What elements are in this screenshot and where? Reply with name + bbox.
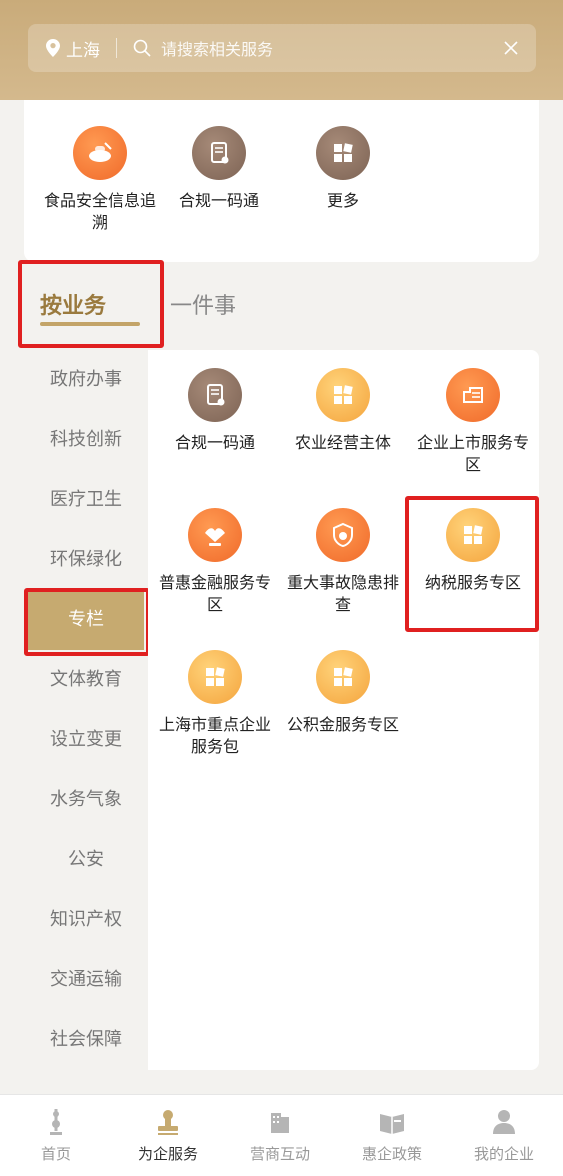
category-item[interactable]: 文体教育	[24, 650, 148, 710]
home-tower-icon	[50, 1109, 62, 1135]
category-item[interactable]: 政府办事	[24, 350, 148, 410]
shield-icon	[316, 508, 370, 562]
category-item[interactable]: 科技创新	[24, 410, 148, 470]
grid-icon	[316, 368, 370, 422]
divider	[116, 38, 117, 58]
highlight-box-tab	[18, 260, 164, 348]
listing-icon	[446, 368, 500, 422]
category-list: 政府办事 科技创新 医疗卫生 环保绿化 专栏 文体教育 设立变更 水务气象 公安…	[24, 350, 148, 1070]
service-item[interactable]: 合规一码通	[154, 368, 276, 454]
quick-service-food-safety[interactable]: 食品安全信息追溯	[39, 126, 161, 234]
category-item[interactable]: 公安	[24, 830, 148, 890]
search-bar[interactable]: 上海 请搜索相关服务	[28, 24, 536, 72]
stamp-icon	[158, 1110, 178, 1135]
close-icon[interactable]	[502, 39, 520, 57]
service-panel: 合规一码通 农业经营主体 企业上市服务专区 普惠金融服务专区 重大事故隐患排查 …	[148, 350, 539, 1070]
search-input[interactable]: 请搜索相关服务	[161, 36, 273, 60]
category-item[interactable]: 设立变更	[24, 710, 148, 770]
location-pin-icon	[46, 39, 60, 57]
header: 上海 请搜索相关服务	[0, 0, 563, 100]
search-icon	[133, 39, 151, 57]
document-icon	[192, 126, 246, 180]
grid-icon	[188, 650, 242, 704]
category-item[interactable]: 医疗卫生	[24, 470, 148, 530]
person-icon	[493, 1110, 515, 1134]
highlight-box-category	[24, 588, 150, 656]
category-item[interactable]: 水务气象	[24, 770, 148, 830]
quick-service-compliance[interactable]: 合规一码通	[158, 126, 280, 212]
nav-home[interactable]: 首页	[0, 1107, 112, 1164]
service-item[interactable]: 重大事故隐患排查	[282, 508, 404, 616]
nav-my-enterprise[interactable]: 我的企业	[448, 1107, 560, 1164]
grid-icon	[316, 650, 370, 704]
service-item[interactable]: 公积金服务专区	[282, 650, 404, 736]
highlight-box-tax-service	[405, 496, 539, 632]
category-item[interactable]: 知识产权	[24, 890, 148, 950]
quick-services-card: 食品安全信息追溯 合规一码通 更多	[24, 100, 539, 262]
category-item[interactable]: 环保绿化	[24, 530, 148, 590]
nav-enterprise-service[interactable]: 为企服务	[112, 1107, 224, 1164]
bottom-nav: 首页 为企服务 营商互动 惠企政策 我的企业	[0, 1094, 563, 1176]
book-icon	[380, 1114, 404, 1134]
service-item[interactable]: 上海市重点企业服务包	[154, 650, 276, 758]
building-icon	[271, 1113, 289, 1133]
service-item[interactable]: 普惠金融服务专区	[154, 508, 276, 616]
handshake-icon	[188, 508, 242, 562]
tab-one-thing[interactable]: 一件事	[170, 288, 236, 320]
document-icon	[188, 368, 242, 422]
service-item[interactable]: 农业经营主体	[282, 368, 404, 454]
category-item[interactable]: 社会保障	[24, 1010, 148, 1070]
nav-enterprise-policy[interactable]: 惠企政策	[336, 1107, 448, 1164]
service-item[interactable]: 企业上市服务专区	[412, 368, 534, 476]
category-item[interactable]: 交通运输	[24, 950, 148, 1010]
grid-icon	[316, 126, 370, 180]
quick-service-more[interactable]: 更多	[282, 126, 404, 212]
nav-business-interaction[interactable]: 营商互动	[224, 1107, 336, 1164]
food-bowl-icon	[73, 126, 127, 180]
city-selector[interactable]: 上海	[66, 36, 100, 61]
